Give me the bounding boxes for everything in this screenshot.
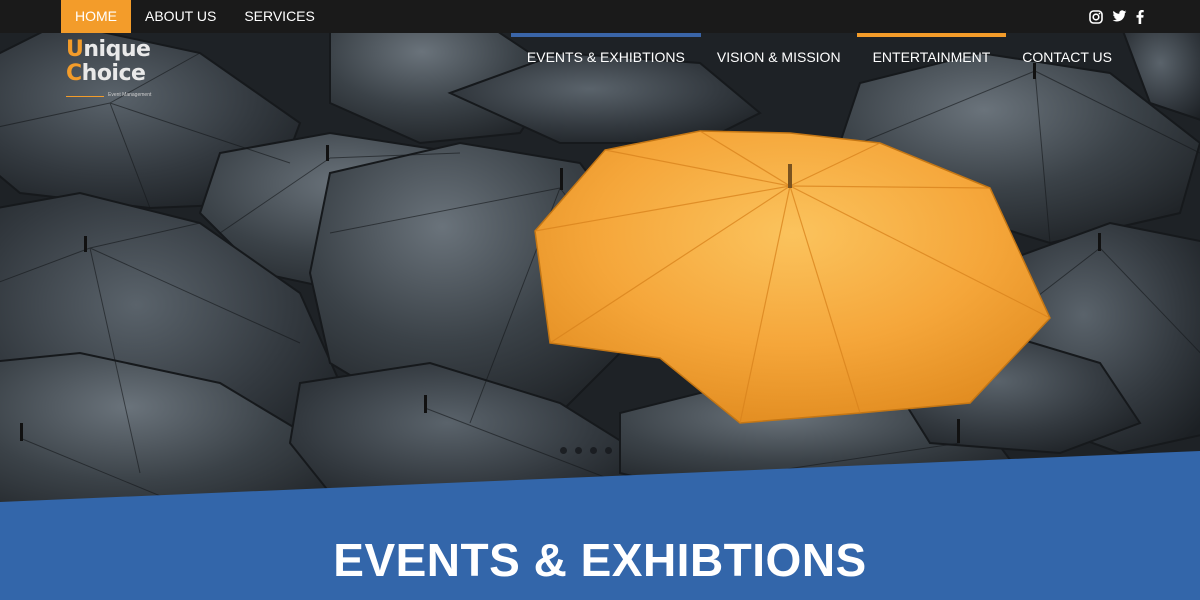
nav-accent-bar <box>510 33 701 37</box>
nav-accent-bar <box>1006 33 1128 37</box>
main-nav-entertainment[interactable]: ENTERTAINMENT <box>856 33 1007 83</box>
carousel-dot[interactable] <box>590 447 597 454</box>
top-nav-about-us[interactable]: ABOUT US <box>131 0 230 33</box>
carousel-dot[interactable] <box>605 447 612 454</box>
main-nav-events-exhibitions[interactable]: EVENTS & EXHIBTIONS <box>510 33 701 83</box>
facebook-icon[interactable] <box>1136 9 1144 24</box>
logo-initial: C <box>66 61 82 86</box>
main-nav-label: VISION & MISSION <box>716 49 841 65</box>
top-nav: HOME ABOUT US SERVICES <box>61 0 329 33</box>
carousel-dot[interactable] <box>575 447 582 454</box>
main-nav-label: ENTERTAINMENT <box>872 49 991 65</box>
logo-rule <box>66 96 104 98</box>
top-nav-home[interactable]: HOME <box>61 0 131 33</box>
instagram-icon[interactable] <box>1089 9 1103 24</box>
section-title: EVENTS & EXHIBTIONS <box>333 534 867 586</box>
main-nav-contact-us[interactable]: CONTACT US <box>1006 33 1128 83</box>
logo-line-2: Choice <box>66 61 146 86</box>
main-nav-label: EVENTS & EXHIBTIONS <box>526 49 685 65</box>
nav-accent-bar <box>701 33 857 37</box>
umbrella-hero-image <box>0 33 1200 600</box>
main-nav-label: CONTACT US <box>1022 49 1112 65</box>
main-nav-vision-mission[interactable]: VISION & MISSION <box>701 33 857 83</box>
main-nav: EVENTS & EXHIBTIONS VISION & MISSION ENT… <box>510 33 1128 83</box>
carousel-dot[interactable] <box>560 447 567 454</box>
logo-tagline: Event Management <box>108 91 152 98</box>
logo-line-1: Unique <box>66 37 151 62</box>
top-nav-services[interactable]: SERVICES <box>230 0 329 33</box>
nav-accent-bar <box>856 33 1007 37</box>
hero-banner <box>0 33 1200 600</box>
site-logo[interactable]: Unique Choice Event Management <box>66 38 166 98</box>
carousel-dots <box>560 447 612 454</box>
top-bar: HOME ABOUT US SERVICES <box>0 0 1200 33</box>
logo-initial: U <box>66 37 84 62</box>
social-links <box>1089 0 1144 33</box>
twitter-icon[interactable] <box>1112 10 1127 23</box>
